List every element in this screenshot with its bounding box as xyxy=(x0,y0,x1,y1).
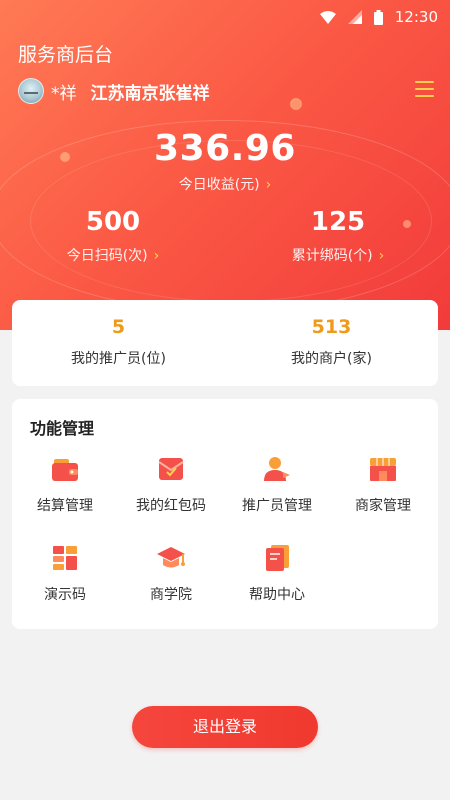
merchant-management-item[interactable]: 商家管理 xyxy=(330,453,436,515)
section-title: 功能管理 xyxy=(30,419,95,438)
function-label: 商学院 xyxy=(150,587,192,603)
graduation-cap-icon xyxy=(155,542,187,574)
function-management-card: 功能管理 结算管理 我的红包码 推广员管理 商家管理 演示码 商学院 帮助中心 xyxy=(12,399,438,629)
promoters-summary[interactable]: 5 我的推广员(位) xyxy=(12,316,225,368)
total-bound-stat[interactable]: 125 累计绑码(个) › xyxy=(238,207,438,265)
function-label: 演示码 xyxy=(44,587,86,603)
chevron-right-icon: › xyxy=(378,248,385,264)
promoters-count: 5 xyxy=(111,316,126,338)
battery-icon xyxy=(373,9,383,25)
signal-icon xyxy=(347,10,362,24)
business-school-item[interactable]: 商学院 xyxy=(118,542,224,604)
wifi-icon xyxy=(319,10,336,24)
chevron-right-icon: › xyxy=(153,248,160,264)
summary-card: 5 我的推广员(位) 513 我的商户(家) xyxy=(12,300,438,386)
function-label: 结算管理 xyxy=(37,498,93,514)
user-info: *祥 江苏南京张崔祥 xyxy=(18,78,210,104)
settlement-management-item[interactable]: 结算管理 xyxy=(12,453,118,515)
total-bound-value: 125 xyxy=(310,207,366,237)
function-label: 帮助中心 xyxy=(249,587,305,603)
wallet-icon xyxy=(49,453,81,485)
grid-icon xyxy=(49,542,81,574)
avatar[interactable] xyxy=(18,78,44,104)
merchants-label: 我的商户(家) xyxy=(291,351,372,367)
app-title: 服务商后台 xyxy=(18,44,114,66)
menu-icon[interactable] xyxy=(415,81,434,97)
chevron-right-icon: › xyxy=(265,177,272,193)
person-icon xyxy=(261,453,293,485)
function-label: 商家管理 xyxy=(355,498,411,514)
decorative-dot xyxy=(290,98,302,110)
status-bar: 12:30 xyxy=(0,0,450,34)
user-name: *祥 xyxy=(51,83,77,104)
today-income-label: 今日收益(元) xyxy=(178,177,260,193)
function-label: 推广员管理 xyxy=(242,498,312,514)
function-label: 我的红包码 xyxy=(136,498,206,514)
today-income-value: 336.96 xyxy=(154,128,296,169)
store-icon xyxy=(367,453,399,485)
user-location: 江苏南京张崔祥 xyxy=(90,83,210,104)
merchants-summary[interactable]: 513 我的商户(家) xyxy=(225,316,438,368)
status-time: 12:30 xyxy=(394,8,438,26)
today-income-link[interactable]: 今日收益(元) › xyxy=(0,174,450,194)
book-icon xyxy=(261,542,293,574)
total-bound-label: 累计绑码(个) xyxy=(291,248,373,264)
red-envelope-code-item[interactable]: 我的红包码 xyxy=(118,453,224,515)
today-scans-label: 今日扫码(次) xyxy=(66,248,148,264)
demo-code-item[interactable]: 演示码 xyxy=(12,542,118,604)
help-center-item[interactable]: 帮助中心 xyxy=(224,542,330,604)
envelope-icon xyxy=(155,453,187,485)
merchants-count: 513 xyxy=(311,316,352,338)
promoter-management-item[interactable]: 推广员管理 xyxy=(224,453,330,515)
logout-button[interactable]: 退出登录 xyxy=(132,706,318,748)
today-scans-value: 500 xyxy=(85,207,141,237)
today-scans-stat[interactable]: 500 今日扫码(次) › xyxy=(13,207,213,265)
promoters-label: 我的推广员(位) xyxy=(71,351,166,367)
